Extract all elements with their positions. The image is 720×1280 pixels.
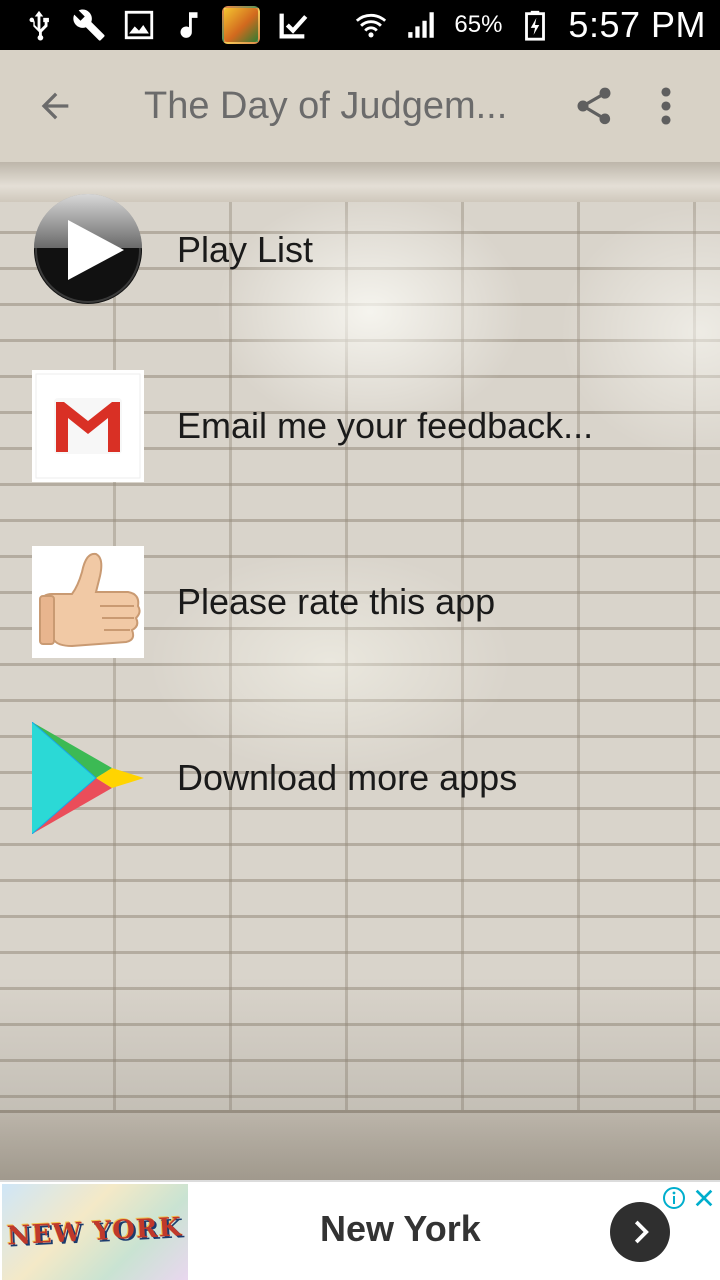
close-icon bbox=[695, 1189, 713, 1207]
menu-item-label: Email me your feedback... bbox=[177, 405, 594, 446]
image-icon bbox=[122, 8, 156, 42]
checkmark-icon bbox=[276, 8, 310, 42]
ad-banner[interactable]: NEW YORK New York bbox=[0, 1180, 720, 1280]
wall-background bbox=[0, 198, 720, 1180]
menu-item-label: Please rate this app bbox=[177, 581, 496, 622]
share-icon bbox=[577, 87, 611, 125]
arrow-back-icon bbox=[41, 92, 69, 120]
more-vert-icon bbox=[661, 87, 671, 125]
ad-close-button[interactable] bbox=[690, 1184, 718, 1212]
ad-title[interactable]: New York bbox=[320, 1208, 481, 1250]
wifi-icon bbox=[354, 8, 388, 42]
battery-charging-icon bbox=[518, 8, 552, 42]
app-bar: The Day of Judgem... bbox=[0, 50, 720, 162]
usb-icon bbox=[22, 8, 56, 42]
menu-item-label: Download more apps bbox=[177, 757, 518, 798]
status-bar: 65% 5:57 PM bbox=[0, 0, 720, 50]
share-button[interactable] bbox=[564, 76, 624, 136]
play-circle-icon bbox=[32, 194, 144, 306]
page-title: The Day of Judgem... bbox=[144, 84, 508, 127]
ad-info-button[interactable] bbox=[660, 1184, 688, 1212]
game-app-icon bbox=[222, 6, 260, 44]
google-play-icon bbox=[32, 722, 144, 834]
menu-item-download-apps[interactable]: Download more apps bbox=[32, 722, 692, 834]
signal-icon bbox=[404, 8, 438, 42]
info-icon bbox=[663, 1187, 685, 1209]
more-options-button[interactable] bbox=[646, 76, 686, 136]
chevron-right-icon bbox=[634, 1220, 649, 1244]
music-note-icon bbox=[172, 8, 206, 42]
menu-item-email-feedback[interactable]: Email me your feedback... bbox=[32, 370, 692, 482]
notification-icons bbox=[22, 6, 310, 44]
main-menu: Play List Email me your feedback... Plea… bbox=[0, 162, 720, 1180]
ad-image[interactable]: NEW YORK bbox=[2, 1184, 188, 1280]
battery-percent: 65% bbox=[454, 11, 503, 38]
clock: 5:57 PM bbox=[568, 4, 706, 45]
back-button[interactable] bbox=[20, 71, 90, 141]
menu-item-play-list[interactable]: Play List bbox=[32, 194, 692, 306]
floor-background bbox=[0, 1110, 720, 1180]
system-status: 65% 5:57 PM bbox=[354, 4, 706, 46]
ad-image-text: NEW YORK bbox=[6, 1212, 184, 1252]
gmail-icon bbox=[32, 370, 144, 482]
wrench-icon bbox=[72, 8, 106, 42]
menu-item-rate-app[interactable]: Please rate this app bbox=[32, 546, 692, 658]
thumbs-up-icon bbox=[32, 546, 144, 658]
menu-item-label: Play List bbox=[177, 229, 314, 270]
